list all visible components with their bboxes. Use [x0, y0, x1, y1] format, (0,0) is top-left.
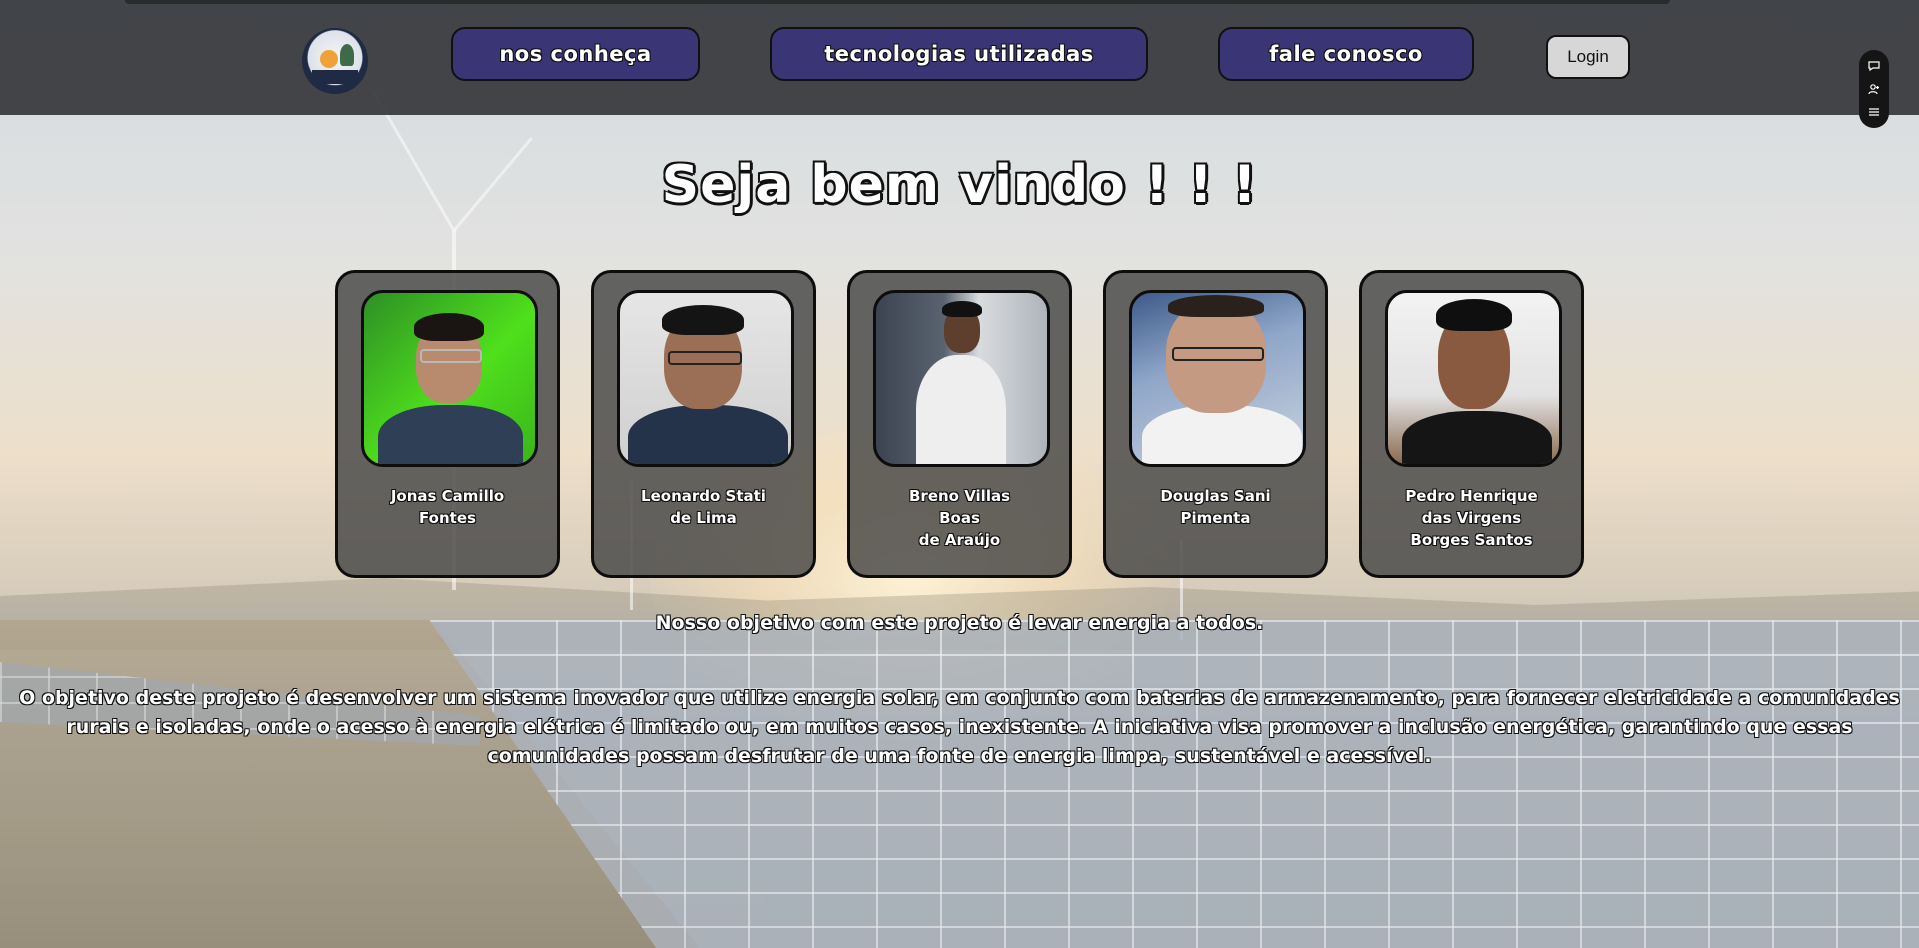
team-member-photo	[1385, 290, 1562, 467]
person-body-shape	[378, 405, 523, 464]
person-hair-shape	[1168, 295, 1264, 317]
team-member-photo	[361, 290, 538, 467]
person-body-shape	[916, 355, 1006, 464]
main-content: Seja bem vindo ! ! ! Jonas Camillo Fonte…	[0, 115, 1919, 948]
team-member-photo	[617, 290, 794, 467]
person-hair-shape	[662, 305, 744, 335]
project-objective: Nosso objetivo com este projeto é levar …	[655, 612, 1264, 634]
chat-bubble-icon[interactable]	[1867, 59, 1881, 73]
top-navbar: nos conheça tecnologias utilizadas fale …	[0, 0, 1919, 115]
person-hair-shape	[1436, 299, 1512, 331]
team-member-card: Leonardo Stati de Lima	[591, 270, 816, 578]
menu-icon[interactable]	[1867, 105, 1881, 119]
person-body-shape	[1142, 405, 1302, 464]
welcome-title: Seja bem vindo ! ! !	[661, 155, 1258, 215]
team-member-card: Jonas Camillo Fontes	[335, 270, 560, 578]
team-member-name: Leonardo Stati de Lima	[641, 487, 766, 527]
glasses-shape	[1172, 347, 1264, 361]
project-description: O objetivo deste projeto é desenvolver u…	[19, 687, 1900, 767]
nav-button-technologies[interactable]: tecnologias utilizadas	[770, 27, 1148, 81]
person-body-shape	[628, 405, 788, 464]
team-member-name: Douglas Sani Pimenta	[1160, 487, 1271, 527]
login-button[interactable]: Login	[1546, 35, 1630, 79]
logo-sun-shape	[320, 50, 338, 68]
glasses-shape	[668, 351, 742, 365]
logo-base-shape	[312, 70, 358, 84]
team-member-name: Breno Villas Boas de Araújo	[908, 487, 1011, 549]
logo-tree-shape	[340, 44, 354, 66]
team-member-name: Pedro Henrique das Virgens Borges Santos	[1405, 487, 1538, 549]
team-member-photo	[1129, 290, 1306, 467]
solar-wind-logo-icon[interactable]	[302, 28, 368, 94]
glasses-shape	[420, 349, 482, 363]
floating-side-toolbar	[1859, 50, 1889, 128]
nav-button-contact[interactable]: fale conosco	[1218, 27, 1474, 81]
team-member-card: Douglas Sani Pimenta	[1103, 270, 1328, 578]
browser-top-edge	[125, 0, 1670, 4]
user-add-icon[interactable]	[1867, 82, 1881, 96]
person-hair-shape	[942, 301, 982, 317]
person-hair-shape	[414, 313, 484, 341]
team-member-card: Breno Villas Boas de Araújo	[847, 270, 1072, 578]
team-member-photo	[873, 290, 1050, 467]
team-member-card: Pedro Henrique das Virgens Borges Santos	[1359, 270, 1584, 578]
team-member-name: Jonas Camillo Fontes	[390, 487, 505, 527]
person-body-shape	[1402, 411, 1552, 464]
nav-button-about[interactable]: nos conheça	[451, 27, 700, 81]
